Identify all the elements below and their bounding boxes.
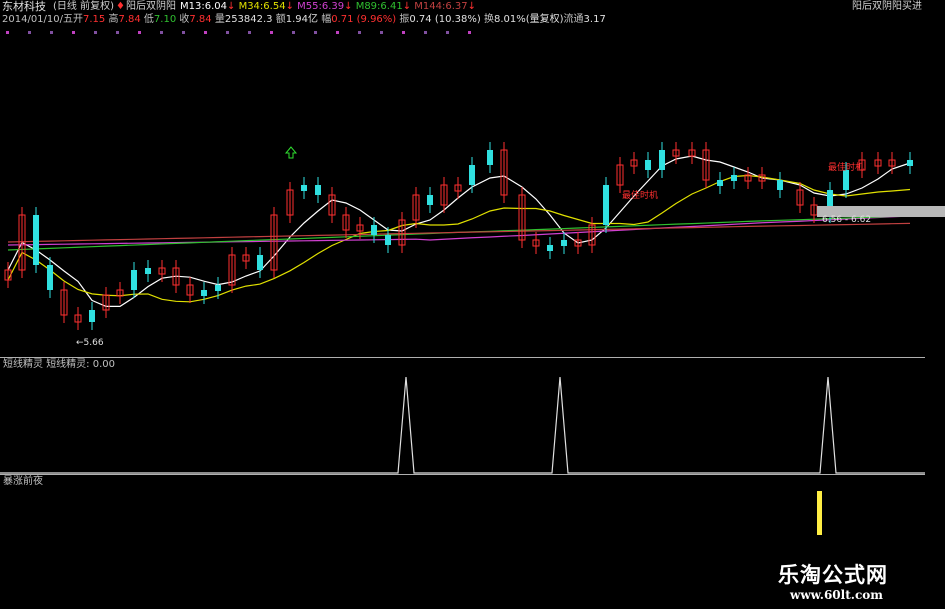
signal-dot — [138, 31, 141, 34]
surge-eve-bars — [817, 491, 822, 535]
signal-dot — [358, 31, 361, 34]
panel2-label: 短线精灵: — [46, 359, 90, 370]
candle-down — [315, 185, 321, 195]
best-timing-label: 最佳时机 — [622, 191, 659, 201]
signal-dot — [72, 31, 75, 34]
candle-down — [257, 255, 263, 270]
signal-dot — [468, 31, 471, 34]
candle-down — [371, 225, 377, 235]
candle-down — [427, 195, 433, 205]
ma144-line — [7, 222, 911, 243]
watermark-url: www.60lt.com — [790, 588, 883, 602]
candlesticks — [4, 142, 913, 330]
candle-down — [547, 245, 553, 251]
signal-dot — [380, 31, 383, 34]
signal-dot — [402, 31, 405, 34]
panel-divider — [0, 474, 925, 475]
candle-down — [603, 185, 609, 225]
signal-dot — [314, 31, 317, 34]
stock-chart-window: 东材科技 (日线 前复权) ♦ 阳后双阴阳 M13:6.04↓ M34:6.54… — [0, 0, 945, 609]
panel3-title: 暴涨前夜 — [3, 476, 43, 487]
signal-dot — [292, 31, 295, 34]
panel2-title: 短线精灵 — [3, 359, 43, 370]
candle-down — [47, 265, 53, 290]
watermark-title: 乐淘公式网 — [778, 563, 888, 587]
signal-dot — [160, 31, 163, 34]
signal-dot — [446, 31, 449, 34]
signal-dot-row — [6, 31, 471, 34]
candle-down — [201, 290, 207, 296]
signal-dot — [28, 31, 31, 34]
candle-down — [777, 180, 783, 190]
signal-dot — [94, 31, 97, 34]
panel-divider — [0, 357, 925, 358]
candle-down — [469, 165, 475, 185]
best-timing-label: 最佳时机 — [828, 163, 865, 173]
signal-dot — [50, 31, 53, 34]
spike-line — [0, 376, 925, 474]
candle-down — [131, 270, 137, 290]
candle-down — [907, 160, 913, 166]
surge-signal-bar — [817, 491, 822, 535]
price-range-label: 6.56 - 6.62 — [822, 215, 872, 225]
candlestick-chart[interactable] — [0, 0, 945, 609]
signal-dot — [204, 31, 207, 34]
candle-down — [487, 150, 493, 165]
panel2-value: 0.00 — [92, 359, 116, 370]
candle-down — [659, 150, 665, 170]
moving-average-lines — [7, 155, 911, 307]
signal-dot — [336, 31, 339, 34]
short-line-spirit-lines — [0, 376, 925, 474]
signal-dot — [116, 31, 119, 34]
candle-down — [731, 175, 737, 181]
candle-down — [717, 180, 723, 186]
signal-dot — [182, 31, 185, 34]
candle-down — [561, 240, 567, 246]
candle-down — [89, 310, 95, 322]
signal-dot — [226, 31, 229, 34]
panel2-header: 短线精灵 短线精灵: 0.00 — [3, 359, 115, 371]
candle-down — [33, 215, 39, 265]
low-price-marker: ←5.66 — [76, 338, 104, 348]
candle-down — [301, 185, 307, 191]
up-arrow-icon — [284, 146, 298, 159]
candle-down — [385, 235, 391, 245]
signal-dot — [6, 31, 9, 34]
candle-down — [645, 160, 651, 170]
signal-dot — [248, 31, 251, 34]
signal-dot — [270, 31, 273, 34]
signal-dot — [424, 31, 427, 34]
candle-down — [145, 268, 151, 274]
candle-down — [215, 285, 221, 291]
